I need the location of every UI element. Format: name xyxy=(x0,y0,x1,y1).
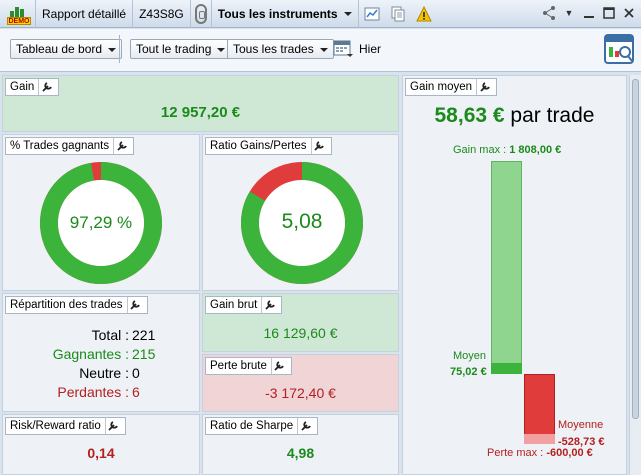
ratio-panel: Ratio Gains/Pertes 5,08 xyxy=(202,134,399,291)
panel-header-gain[interactable]: Gain xyxy=(5,78,60,96)
share-icon[interactable] xyxy=(541,5,557,21)
max-loss-line: Perte max : -600,00 € xyxy=(487,447,593,459)
panel-header-repartition[interactable]: Répartition des trades xyxy=(5,296,148,314)
panel-header-gross-gain[interactable]: Gain brut xyxy=(205,296,283,314)
wrench-icon[interactable] xyxy=(261,297,277,313)
max-gain-line: Gain max : 1 808,00 € xyxy=(453,144,561,156)
loss-label: Perdantes : xyxy=(57,384,129,400)
repartition-labels: Total : Gagnantes : Neutre : Perdantes : xyxy=(3,326,129,402)
avg-gain-marker xyxy=(491,363,522,374)
gross-loss-value: -3 172,40 € xyxy=(265,385,336,401)
demo-icon: DEMO xyxy=(7,3,31,25)
panel-header-ratio[interactable]: Ratio Gains/Pertes xyxy=(205,137,332,155)
gross-loss-panel: Perte brute -3 172,40 € xyxy=(202,354,399,412)
maximize-icon[interactable] xyxy=(601,5,617,21)
repartition-panel: Répartition des trades Total : Gagnantes… xyxy=(2,293,200,412)
max-gain-value: 1 808,00 € xyxy=(509,144,562,156)
copy-icon[interactable] xyxy=(390,6,406,22)
chevron-down-icon xyxy=(108,47,117,52)
dashboard-dropdown[interactable]: Tableau de bord xyxy=(10,39,123,59)
loss-value: 6 xyxy=(132,384,140,400)
win-label: Gagnantes : xyxy=(52,346,129,362)
avg-gain-headline: 58,63 € par trade xyxy=(403,104,626,128)
minimize-icon[interactable] xyxy=(581,5,597,21)
wrench-icon[interactable] xyxy=(113,138,129,154)
warning-icon[interactable] xyxy=(415,5,432,22)
instrument-dropdown[interactable]: Tous les instruments xyxy=(212,0,359,28)
calendar-icon[interactable] xyxy=(333,38,353,58)
avg-gain-panel: Gain moyen 58,63 € par trade Gain max : … xyxy=(402,75,627,475)
neutral-label: Neutre : xyxy=(79,365,129,381)
risk-reward-value: 0,14 xyxy=(87,445,115,461)
repartition-values: 221 215 0 6 xyxy=(132,326,155,402)
close-icon[interactable] xyxy=(621,5,637,21)
win-value: 215 xyxy=(132,346,156,362)
trades-dropdown[interactable]: Tous les trades xyxy=(227,39,334,59)
wrench-icon[interactable] xyxy=(310,138,327,154)
sharpe-value: 4,98 xyxy=(286,445,315,461)
wrench-icon[interactable] xyxy=(297,418,313,434)
chevron-down-icon xyxy=(217,47,226,52)
scrollbar-thumb[interactable] xyxy=(632,79,639,419)
chevron-down-icon xyxy=(319,47,328,52)
total-label: Total : xyxy=(91,327,129,343)
chart-icon[interactable] xyxy=(364,6,380,22)
avg-label: Moyen xyxy=(453,350,487,362)
wrench-icon[interactable] xyxy=(126,297,143,313)
toolbar-divider xyxy=(119,35,120,63)
tab-rapport-detaille[interactable]: Rapport détaillé xyxy=(36,0,134,28)
panel-header-sharpe[interactable]: Ratio de Sharpe xyxy=(205,417,319,435)
panel-header-gross-loss[interactable]: Perte brute xyxy=(205,357,292,375)
gross-gain-panel: Gain brut 16 129,60 € xyxy=(202,293,399,352)
avg-gain-suffix: par trade xyxy=(510,104,595,127)
max-loss-value: -600,00 € xyxy=(546,447,593,459)
max-loss-marker xyxy=(524,434,555,444)
avg-gain-value: 58,63 € xyxy=(434,104,505,127)
wrench-icon[interactable] xyxy=(38,79,54,95)
win-rate-panel: % Trades gagnants 97,29 % xyxy=(2,134,200,291)
wrench-icon[interactable] xyxy=(104,418,121,434)
panel-header-risk-reward[interactable]: Risk/Reward ratio xyxy=(5,417,126,435)
sharpe-panel: Ratio de Sharpe 4,98 xyxy=(202,414,399,475)
link-button[interactable] xyxy=(191,0,212,28)
panel-header-win-rate[interactable]: % Trades gagnants xyxy=(5,137,135,155)
gain-value: 12 957,20 € xyxy=(160,104,241,121)
avg-loss-label: Moyenne xyxy=(558,419,604,431)
vertical-scrollbar[interactable] xyxy=(629,75,641,475)
period-label[interactable]: Hier xyxy=(359,42,381,56)
avg-value: 75,02 € xyxy=(450,366,487,378)
max-loss-label: Perte max : xyxy=(487,447,544,459)
ratio-value: 5,08 xyxy=(281,210,323,233)
report-icon[interactable] xyxy=(603,33,635,65)
gain-panel: Gain 12 957,20 € xyxy=(2,75,399,132)
account-id[interactable]: Z43S8G xyxy=(133,0,191,28)
toolbar: Tableau de bord Tout le trading Tous les… xyxy=(0,29,641,72)
chevron-down-icon[interactable]: ▼ xyxy=(561,5,577,21)
wrench-icon[interactable] xyxy=(270,358,287,374)
max-gain-label: Gain max : xyxy=(453,144,507,156)
risk-reward-panel: Risk/Reward ratio 0,14 xyxy=(2,414,200,475)
gain-bar xyxy=(491,161,522,373)
neutral-value: 0 xyxy=(132,365,140,381)
total-value: 221 xyxy=(132,327,156,343)
demo-badge: DEMO xyxy=(0,0,36,28)
wrench-icon[interactable] xyxy=(476,79,492,95)
panel-header-avg-gain[interactable]: Gain moyen xyxy=(405,78,498,96)
chevron-down-icon xyxy=(343,11,352,16)
win-rate-value: 97,29 % xyxy=(69,213,133,232)
gross-gain-value: 16 129,60 € xyxy=(263,325,338,341)
trading-dropdown[interactable]: Tout le trading xyxy=(130,39,232,59)
title-bar: DEMO Rapport détaillé Z43S8G Tous les in… xyxy=(0,0,641,28)
link-icon xyxy=(194,3,207,24)
